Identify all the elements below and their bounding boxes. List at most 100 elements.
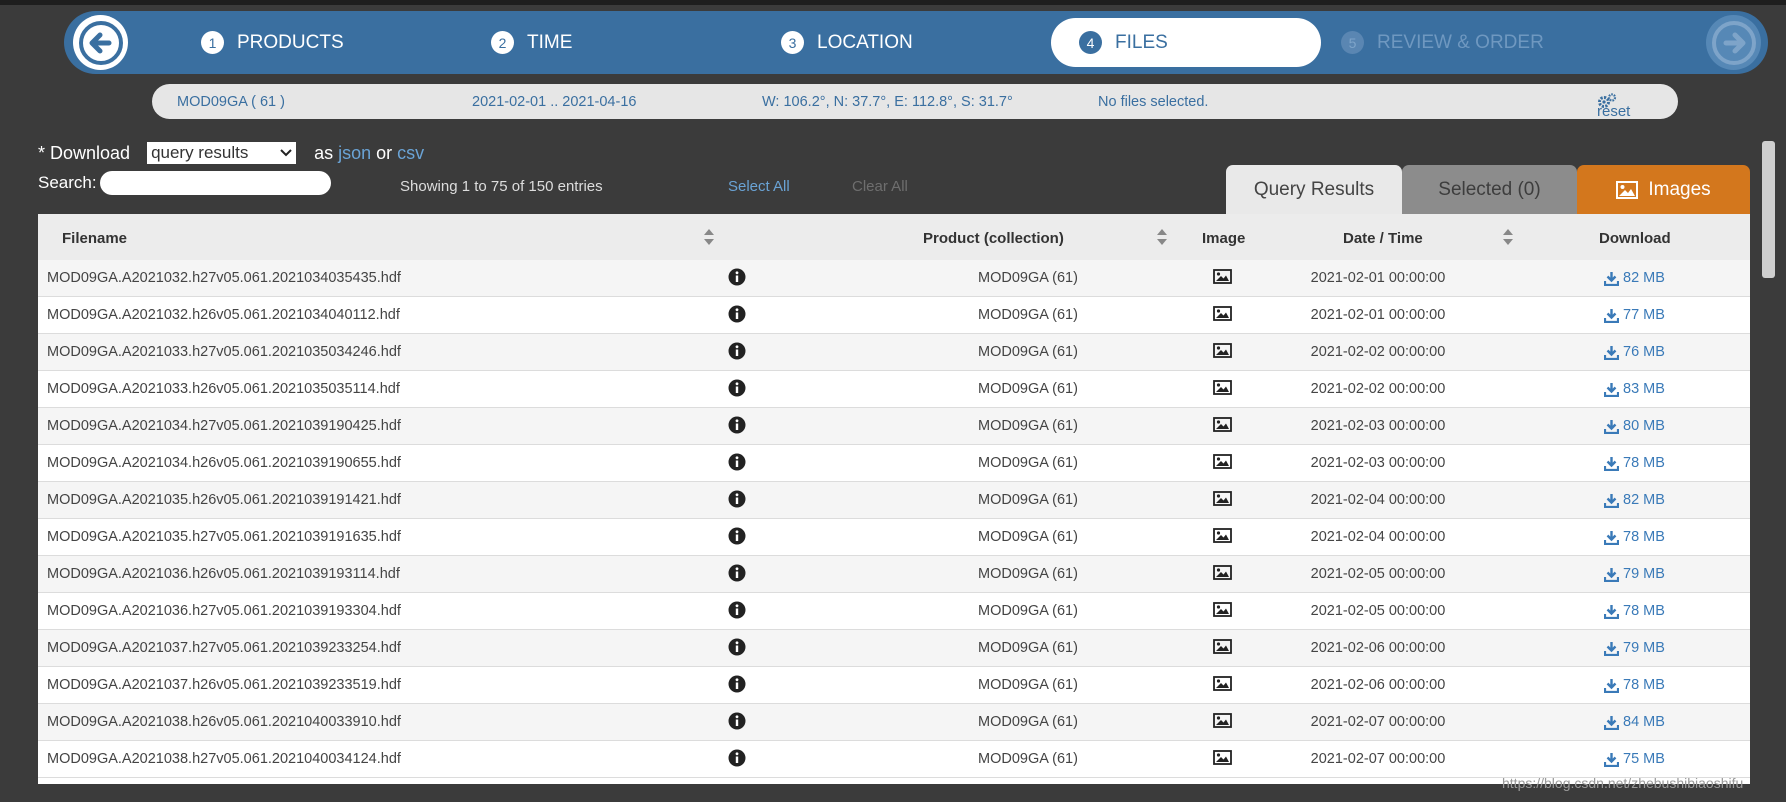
info-circle-icon [728,379,746,397]
image-preview-button[interactable] [1213,306,1232,325]
image-preview-button[interactable] [1213,528,1232,547]
image-preview-button[interactable] [1213,269,1232,288]
download-link[interactable]: 83 MB [1604,381,1665,397]
filename-cell: MOD09GA.A2021035.h26v05.061.202103919142… [47,492,401,508]
image-preview-button[interactable] [1213,454,1232,473]
download-link[interactable]: 84 MB [1604,714,1665,730]
download-link[interactable]: 78 MB [1604,455,1665,471]
info-button[interactable] [728,268,746,290]
image-preview-button[interactable] [1213,713,1232,732]
info-button[interactable] [728,712,746,734]
table-row[interactable]: MOD09GA.A2021038.h26v05.061.202104003391… [38,704,1750,741]
table-row[interactable]: MOD09GA.A2021032.h26v05.061.202103404011… [38,297,1750,334]
info-button[interactable] [728,749,746,771]
download-link[interactable]: 78 MB [1604,677,1665,693]
table-row[interactable]: MOD09GA.A2021033.h26v05.061.202103503511… [38,371,1750,408]
wizard-step-time[interactable]: 2 TIME [491,18,572,67]
table-row[interactable]: MOD09GA.A2021033.h27v05.061.202103503424… [38,334,1750,371]
wizard-step-products[interactable]: 1 PRODUCTS [201,18,344,67]
sort-icon[interactable] [1502,227,1514,247]
tab-query-results[interactable]: Query Results [1226,165,1402,214]
download-link[interactable]: 79 MB [1604,640,1665,656]
table-row[interactable]: MOD09GA.A2021038.h27v05.061.202104003412… [38,741,1750,778]
summary-dates[interactable]: 2021-02-01 .. 2021-04-16 [472,94,636,110]
image-icon [1213,491,1232,506]
download-icon [1604,456,1619,471]
image-preview-button[interactable] [1213,565,1232,584]
info-button[interactable] [728,675,746,697]
image-icon [1213,639,1232,654]
forward-button[interactable] [1706,15,1761,70]
table-row[interactable]: MOD09GA.A2021037.h26v05.061.202103923351… [38,667,1750,704]
tab-images[interactable]: Images [1577,165,1750,214]
table-row[interactable]: MOD09GA.A2021036.h26v05.061.202103919311… [38,556,1750,593]
table-row[interactable]: MOD09GA.A2021035.h26v05.061.202103919142… [38,482,1750,519]
back-button[interactable] [73,15,128,70]
reset-button[interactable]: reset [1597,93,1630,120]
info-button[interactable] [728,490,746,512]
download-icon [1604,530,1619,545]
product-cell: MOD09GA (61) [978,307,1078,323]
header-filename[interactable]: Filename [62,230,127,247]
header-product[interactable]: Product (collection) [923,230,1064,247]
json-link[interactable]: json [338,143,371,164]
search-input[interactable] [99,171,331,195]
wizard-step-review-order[interactable]: 5 REVIEW & ORDER [1341,18,1544,67]
header-download: Download [1599,230,1671,247]
table-row[interactable]: MOD09GA.A2021034.h27v05.061.202103919042… [38,408,1750,445]
info-button[interactable] [728,564,746,586]
scrollbar-thumb[interactable] [1762,141,1775,278]
sort-icon[interactable] [703,227,715,247]
download-link[interactable]: 82 MB [1604,492,1665,508]
download-icon [1604,345,1619,360]
info-button[interactable] [728,379,746,401]
download-link[interactable]: 80 MB [1604,418,1665,434]
table-row[interactable]: MOD09GA.A2021036.h27v05.061.202103919330… [38,593,1750,630]
csv-link[interactable]: csv [397,143,424,164]
download-link[interactable]: 82 MB [1604,270,1665,286]
summary-files[interactable]: No files selected. [1098,94,1208,110]
info-button[interactable] [728,601,746,623]
image-preview-button[interactable] [1213,343,1232,362]
image-preview-button[interactable] [1213,417,1232,436]
filename-cell: MOD09GA.A2021037.h26v05.061.202103923351… [47,677,401,693]
info-button[interactable] [728,305,746,327]
info-button[interactable] [728,416,746,438]
image-preview-button[interactable] [1213,750,1232,769]
table-row[interactable]: MOD09GA.A2021034.h26v05.061.202103919065… [38,445,1750,482]
wizard-step-files[interactable]: 4 FILES [1051,18,1321,67]
download-link[interactable]: 78 MB [1604,603,1665,619]
image-preview-button[interactable] [1213,676,1232,695]
step-number: 4 [1079,31,1102,54]
download-scope-select[interactable]: query results [147,142,297,164]
summary-product[interactable]: MOD09GA ( 61 ) [177,94,285,110]
select-all-link[interactable]: Select All [728,178,790,195]
header-image: Image [1202,230,1246,247]
info-button[interactable] [728,453,746,475]
download-link[interactable]: 75 MB [1604,751,1665,767]
tab-selected[interactable]: Selected (0) [1402,165,1577,214]
table-row[interactable]: MOD09GA.A2021032.h27v05.061.202103403543… [38,260,1750,297]
wizard-step-location[interactable]: 3 LOCATION [781,18,913,67]
download-link[interactable]: 78 MB [1604,529,1665,545]
download-link[interactable]: 77 MB [1604,307,1665,323]
sort-icon[interactable] [1156,227,1168,247]
header-datetime[interactable]: Date / Time [1343,230,1423,247]
clear-all-link[interactable]: Clear All [852,178,908,195]
datetime-cell: 2021-02-06 00:00:00 [1310,677,1446,693]
info-button[interactable] [728,527,746,549]
info-button[interactable] [728,638,746,660]
table-row[interactable]: MOD09GA.A2021035.h27v05.061.202103919163… [38,519,1750,556]
table-row[interactable]: MOD09GA.A2021037.h27v05.061.202103923325… [38,630,1750,667]
info-circle-icon [728,527,746,545]
image-preview-button[interactable] [1213,491,1232,510]
datetime-cell: 2021-02-05 00:00:00 [1310,603,1446,619]
download-link[interactable]: 79 MB [1604,566,1665,582]
info-button[interactable] [728,342,746,364]
download-link[interactable]: 76 MB [1604,344,1665,360]
image-preview-button[interactable] [1213,639,1232,658]
image-preview-button[interactable] [1213,380,1232,399]
filename-cell: MOD09GA.A2021036.h27v05.061.202103919330… [47,603,401,619]
summary-location[interactable]: W: 106.2°, N: 37.7°, E: 112.8°, S: 31.7° [762,94,1013,110]
image-preview-button[interactable] [1213,602,1232,621]
